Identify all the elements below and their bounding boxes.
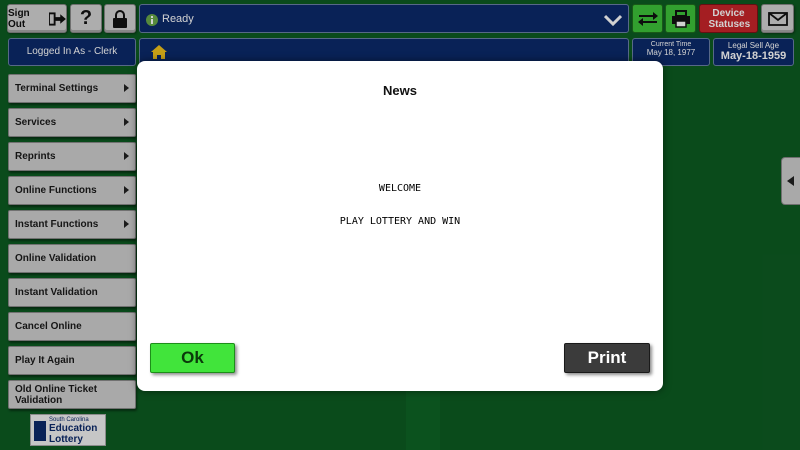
news-dialog: News WELCOME PLAY LOTTERY AND WIN Ok Pri… bbox=[137, 61, 663, 391]
news-line-message: PLAY LOTTERY AND WIN bbox=[339, 216, 461, 227]
dialog-title: News bbox=[383, 83, 417, 98]
ok-button[interactable]: Ok bbox=[150, 343, 235, 373]
ok-button-label: Ok bbox=[181, 348, 204, 367]
print-button-label: Print bbox=[587, 348, 627, 367]
print-button[interactable]: Print bbox=[564, 343, 650, 373]
news-line-welcome: WELCOME bbox=[378, 183, 422, 194]
